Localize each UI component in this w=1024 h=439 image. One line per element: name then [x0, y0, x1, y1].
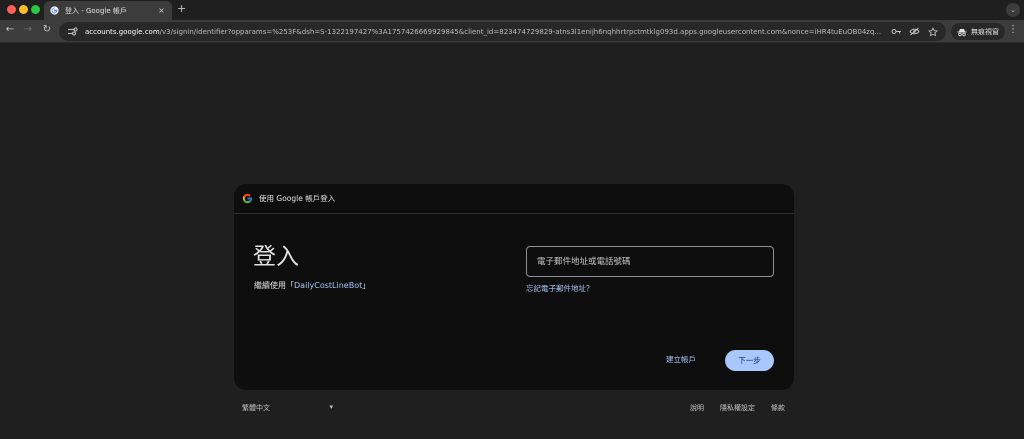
footer-links: 說明 隱私權設定 條款: [690, 403, 785, 413]
star-icon[interactable]: [927, 26, 938, 37]
site-info-icon[interactable]: [67, 27, 78, 36]
eye-off-icon[interactable]: [909, 26, 920, 37]
maximize-window-button[interactable]: [31, 5, 40, 14]
signin-card: 使用 Google 帳戶登入 登入 繼續使用「DailyCostLineBot」…: [234, 184, 794, 390]
reload-button[interactable]: ↻: [40, 24, 54, 35]
email-field[interactable]: [526, 246, 774, 277]
back-button[interactable]: ←: [3, 24, 17, 35]
privacy-link[interactable]: 隱私權設定: [720, 403, 755, 413]
continue-prefix: 繼續使用「: [254, 281, 294, 290]
browser-toolbar: ← → ↻ accounts.google.com/v3/signin/iden…: [0, 20, 1024, 43]
address-bar-actions: [891, 26, 946, 37]
tab-close-icon[interactable]: ×: [157, 6, 166, 15]
continue-suffix: 」: [362, 281, 371, 290]
continue-to-app-text: 繼續使用「DailyCostLineBot」: [254, 280, 370, 291]
tab-search-icon[interactable]: ⌄: [1006, 3, 1020, 17]
new-tab-button[interactable]: +: [177, 2, 186, 15]
more-menu-icon[interactable]: ⋮: [1008, 24, 1018, 35]
create-account-button[interactable]: 建立帳戶: [666, 354, 696, 365]
forward-button[interactable]: →: [21, 24, 35, 35]
terms-link[interactable]: 條款: [771, 403, 785, 413]
url-host: accounts.google.com: [85, 27, 160, 36]
incognito-label: 無痕視窗: [971, 27, 999, 36]
incognito-badge[interactable]: 無痕視窗: [951, 23, 1005, 40]
card-header: 使用 Google 帳戶登入: [234, 184, 794, 214]
chevron-down-icon: ▾: [329, 403, 333, 411]
close-window-button[interactable]: [7, 5, 16, 14]
google-logo-icon: [242, 193, 253, 204]
google-favicon-icon: [50, 6, 59, 15]
app-name-link[interactable]: DailyCostLineBot: [294, 281, 362, 290]
tab-title: 登入 - Google 帳戶: [65, 6, 127, 15]
key-icon[interactable]: [891, 26, 902, 37]
address-bar[interactable]: accounts.google.com/v3/signin/identifier…: [59, 22, 946, 41]
card-header-text: 使用 Google 帳戶登入: [259, 194, 336, 203]
language-selector[interactable]: 繁體中文 ▾: [242, 403, 333, 413]
help-link[interactable]: 說明: [690, 403, 704, 413]
next-button[interactable]: 下一步: [725, 350, 774, 371]
active-tab[interactable]: 登入 - Google 帳戶 ×: [44, 1, 172, 20]
url-text[interactable]: accounts.google.com/v3/signin/identifier…: [85, 28, 891, 36]
page-content: 使用 Google 帳戶登入 登入 繼續使用「DailyCostLineBot」…: [0, 44, 1024, 439]
browser-tab-bar: 登入 - Google 帳戶 × + ⌄: [0, 0, 1024, 20]
incognito-icon: [957, 22, 967, 41]
language-label: 繁體中文: [242, 404, 270, 412]
page-title: 登入: [253, 244, 299, 270]
url-path: /v3/signin/identifier?opparams=%253F&dsh…: [159, 27, 882, 36]
forgot-email-link[interactable]: 忘記電子郵件地址？: [526, 283, 594, 294]
minimize-window-button[interactable]: [19, 5, 28, 14]
